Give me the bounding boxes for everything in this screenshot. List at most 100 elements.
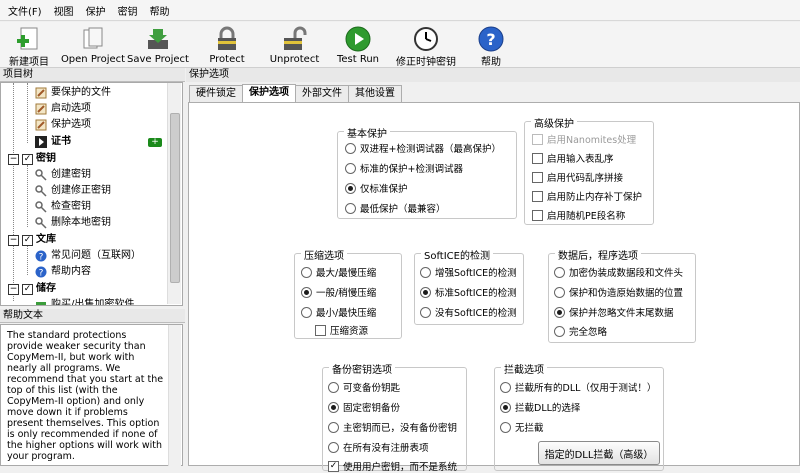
- tree-group-library[interactable]: − ✓ 文库: [8, 232, 56, 248]
- compress-option-normal[interactable]: 一般/稍慢压缩: [301, 285, 376, 299]
- help-scrollbar[interactable]: [168, 325, 181, 466]
- tree-item-files[interactable]: 要保护的文件: [35, 85, 111, 101]
- page-icon: [35, 87, 47, 99]
- page-icon: [35, 119, 47, 131]
- help-text: The standard protections provide weaker …: [0, 324, 183, 466]
- overlay-data-group: 数据后，程序选项 加密伪装成数据段和文件头 保护和伪造原始数据的位置 保护并忽略…: [548, 247, 696, 343]
- lock-icon: [213, 25, 241, 53]
- project-tree-header: 项目树: [0, 68, 185, 82]
- help-icon: ?: [35, 250, 47, 263]
- softice-option-enhanced[interactable]: 增强SoftICE的检测: [420, 265, 517, 279]
- tree-item-create-key[interactable]: 创建密钥: [35, 167, 91, 183]
- unlock-icon: [281, 25, 309, 53]
- svg-text:?: ?: [39, 269, 44, 279]
- basic-option-2[interactable]: 标准的保护+检测调试器: [345, 161, 463, 175]
- compression-group: 压缩选项 最大/最慢压缩 一般/稍慢压缩 最小/最快压缩 压缩资源: [294, 247, 402, 339]
- scrollbar-thumb[interactable]: [170, 113, 180, 283]
- collapse-icon[interactable]: −: [8, 283, 19, 295]
- advanced-option-memory-patch[interactable]: 启用防止内存补丁保护: [532, 189, 642, 203]
- tree-scrollbar[interactable]: [167, 83, 181, 304]
- advanced-option-import-shuffle[interactable]: 启用输入表乱序: [532, 151, 614, 165]
- softice-option-standard[interactable]: 标准SoftICE的检测: [420, 285, 517, 299]
- protect-button[interactable]: Protect: [188, 22, 266, 68]
- intercept-option-none[interactable]: 无拦截: [500, 420, 544, 434]
- overlay-option-fake[interactable]: 保护和伪造原始数据的位置: [554, 285, 683, 299]
- tree-item-startup[interactable]: 启动选项: [35, 101, 91, 117]
- tree-group-store[interactable]: − ✓ 储存: [8, 281, 56, 297]
- toolbar: 新建项目 Open Project Save Project Protect U…: [0, 22, 800, 68]
- menu-protect[interactable]: 保护: [80, 3, 112, 18]
- tab-other-settings[interactable]: 其他设置: [348, 85, 402, 102]
- arrow-right-icon: [35, 136, 47, 148]
- tree-item-help-contents[interactable]: ? 帮助内容: [35, 264, 91, 280]
- compress-option-max[interactable]: 最大/最慢压缩: [301, 265, 376, 279]
- compress-option-min[interactable]: 最小/最快压缩: [301, 305, 376, 319]
- checkbox-icon[interactable]: ✓: [22, 234, 33, 246]
- backup-option-no-registry[interactable]: 在所有没有注册表项: [328, 440, 429, 454]
- tree-item-buy-sell[interactable]: 购买/出售加密软件: [35, 297, 134, 305]
- softice-group: SoftICE的检测 增强SoftICE的检测 标准SoftICE的检测 没有S…: [414, 247, 524, 325]
- basic-protection-group: 基本保护 双进程+检测调试器（最高保护） 标准的保护+检测调试器 仅标准保护 最…: [337, 125, 517, 219]
- basic-option-4[interactable]: 最低保护（最兼容）: [345, 201, 446, 215]
- protection-options-panel: 基本保护 双进程+检测调试器（最高保护） 标准的保护+检测调试器 仅标准保护 最…: [188, 102, 800, 473]
- tree-item-check-key[interactable]: 检查密钥: [35, 199, 91, 215]
- key-icon: [35, 201, 47, 213]
- basic-option-3[interactable]: 仅标准保护: [345, 181, 408, 195]
- open-project-button[interactable]: Open Project: [58, 22, 128, 68]
- unprotect-button[interactable]: Unprotect: [266, 22, 323, 68]
- menu-file[interactable]: 文件(F): [2, 3, 48, 18]
- tree-group-keys[interactable]: − ✓ 密钥: [8, 151, 56, 167]
- backup-option-fixed[interactable]: 固定密钥备份: [328, 400, 400, 414]
- new-project-button[interactable]: 新建项目: [0, 22, 58, 68]
- overlay-option-ignore-all[interactable]: 完全忽略: [554, 324, 607, 338]
- save-project-icon: [144, 25, 172, 53]
- use-user-key-checkbox[interactable]: ✓ 使用用户密钥，而不是系统: [328, 459, 457, 473]
- add-icon[interactable]: +: [148, 138, 162, 147]
- advanced-option-random-pe[interactable]: 启用随机PE段名称: [532, 208, 625, 222]
- tree-item-protection-options[interactable]: 保护选项: [35, 117, 91, 133]
- overlay-option-ignore-end[interactable]: 保护并忽略文件末尾数据: [554, 305, 674, 319]
- menu-help[interactable]: 帮助: [144, 3, 176, 18]
- softice-option-none[interactable]: 没有SoftICE的检测: [420, 305, 517, 319]
- tree-item-delete-local-key[interactable]: 删除本地密钥: [35, 215, 111, 231]
- collapse-icon[interactable]: −: [8, 153, 19, 165]
- tab-protection-options[interactable]: 保护选项: [242, 84, 296, 102]
- specify-dll-intercept-button[interactable]: 指定的DLL拦截（高级）: [538, 441, 660, 465]
- intercept-group: 拦截选项 拦截所有的DLL（仅用于测试！） 拦截DLL的选择 无拦截 指定的DL…: [494, 361, 664, 471]
- checkbox-icon[interactable]: ✓: [22, 153, 33, 165]
- tab-external-files[interactable]: 外部文件: [295, 85, 349, 102]
- fix-clock-key-button[interactable]: 修正时钟密钥: [393, 22, 459, 68]
- help-icon: ?: [477, 25, 505, 52]
- collapse-icon[interactable]: −: [8, 234, 19, 246]
- new-project-icon: [15, 25, 43, 52]
- backup-option-master[interactable]: 主密钥而已，没有备份密钥: [328, 420, 457, 434]
- backup-option-variable[interactable]: 可变备份钥匙: [328, 380, 400, 394]
- menu-keys[interactable]: 密钥: [112, 3, 144, 18]
- help-button[interactable]: ? 帮助: [459, 22, 523, 68]
- tree-item-faq[interactable]: ? 常见问题（互联网）: [35, 248, 141, 264]
- protection-options-header: 保护选项: [186, 68, 800, 82]
- tree-item-certificate[interactable]: 证书: [35, 134, 71, 150]
- backup-key-group: 备份密钥选项 可变备份钥匙 固定密钥备份 主密钥而已，没有备份密钥 在所有没有注…: [322, 361, 467, 473]
- checkbox-icon[interactable]: ✓: [22, 283, 33, 295]
- test-run-button[interactable]: Test Run: [323, 22, 393, 68]
- advanced-option-code-splice[interactable]: 启用代码乱序拼接: [532, 170, 623, 184]
- intercept-option-all[interactable]: 拦截所有的DLL（仅用于测试！）: [500, 380, 656, 394]
- compress-resources-checkbox[interactable]: 压缩资源: [315, 323, 368, 337]
- basic-option-1[interactable]: 双进程+检测调试器（最高保护）: [345, 141, 501, 155]
- help-icon: ?: [35, 266, 47, 279]
- save-project-button[interactable]: Save Project: [127, 22, 189, 68]
- play-icon: [344, 25, 372, 53]
- tab-hardware-lock[interactable]: 硬件锁定: [189, 85, 243, 102]
- help-text-header: 帮助文本: [0, 309, 185, 323]
- menu-view[interactable]: 视图: [48, 3, 80, 18]
- advanced-protection-group: 高级保护 启用Nanomites处理 启用输入表乱序 启用代码乱序拼接 启用防止…: [524, 115, 654, 225]
- advanced-option-nanomites: 启用Nanomites处理: [532, 132, 636, 146]
- menu-bar: 文件(F) 视图 保护 密钥 帮助: [0, 0, 800, 21]
- tree-item-create-fix-key[interactable]: 创建修正密钥: [35, 183, 111, 199]
- svg-text:?: ?: [486, 30, 495, 49]
- overlay-option-encrypt[interactable]: 加密伪装成数据段和文件头: [554, 265, 683, 279]
- page-icon: [35, 103, 47, 115]
- intercept-option-selected[interactable]: 拦截DLL的选择: [500, 400, 580, 414]
- store-icon: [35, 299, 47, 305]
